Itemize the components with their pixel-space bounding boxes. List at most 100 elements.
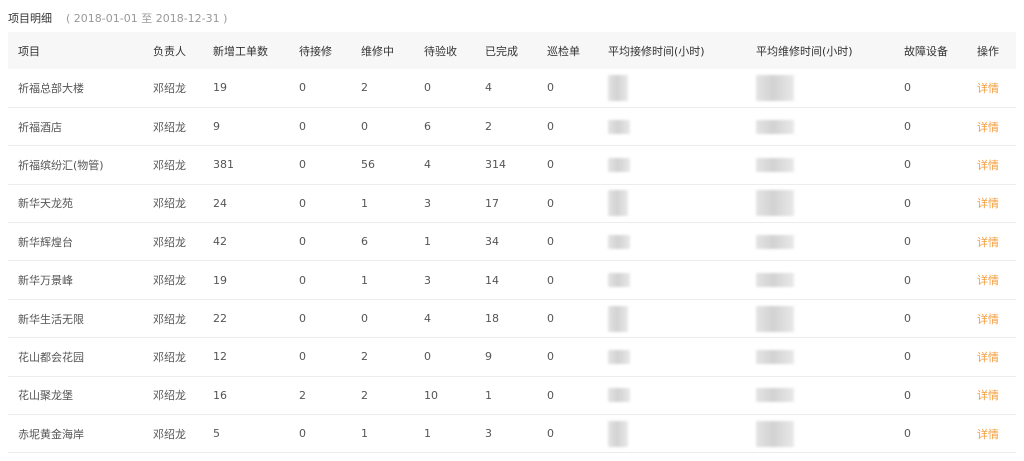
detail-link[interactable]: 详情 — [977, 159, 999, 172]
table-row: 新华万景峰 邓绍龙 19 0 1 3 14 0 0 详情 — [8, 261, 1016, 300]
cell-new: 9 — [213, 120, 220, 134]
redacted-value — [756, 349, 794, 364]
cell-repairing: 56 — [361, 158, 375, 172]
cell-project: 赤坭黄金海岸 — [18, 427, 84, 441]
detail-link[interactable]: 详情 — [977, 82, 999, 95]
cell-avg-accept-time — [598, 299, 746, 337]
redacted-value — [756, 305, 794, 332]
cell-done: 9 — [485, 350, 492, 364]
cell-action: 详情 — [967, 376, 1016, 414]
header-col-fault-device: 故障设备 — [904, 44, 948, 58]
cell-wait-check: 0 — [424, 81, 431, 95]
cell-wait-check: 1 — [424, 235, 431, 249]
detail-link[interactable]: 详情 — [977, 197, 999, 210]
redacted-value — [608, 74, 628, 101]
cell-owner: 邓绍龙 — [153, 197, 186, 211]
cell-avg-accept-time — [598, 184, 746, 222]
cell-new: 22 — [213, 312, 227, 326]
detail-link[interactable]: 详情 — [977, 389, 999, 402]
cell-repairing: 1 — [361, 427, 368, 441]
cell-fault-device: 0 — [904, 427, 911, 441]
cell-fault-device: 0 — [904, 312, 911, 326]
cell-patrol: 0 — [547, 273, 554, 287]
redacted-value — [756, 273, 794, 288]
detail-link[interactable]: 详情 — [977, 313, 999, 326]
header-col-action: 操作 — [977, 44, 999, 58]
cell-done: 2 — [485, 120, 492, 134]
cell-project: 花山都会花园 — [18, 350, 84, 364]
redacted-value — [608, 119, 630, 134]
cell-action: 详情 — [967, 146, 1016, 184]
cell-repairing: 1 — [361, 196, 368, 210]
cell-patrol: 0 — [547, 235, 554, 249]
cell-avg-accept-time — [598, 107, 746, 145]
cell-action: 详情 — [967, 223, 1016, 261]
cell-repairing: 0 — [361, 312, 368, 326]
cell-action: 详情 — [967, 184, 1016, 222]
cell-fault-device: 0 — [904, 196, 911, 210]
cell-avg-accept-time — [598, 261, 746, 299]
header-col-avg-accept-time: 平均接修时间(小时) — [608, 44, 705, 58]
redacted-value — [756, 190, 794, 217]
cell-owner: 邓绍龙 — [153, 274, 186, 288]
cell-repairing: 0 — [361, 120, 368, 134]
section-header: 项目明细 ( 2018-01-01 至 2018-12-31 ) — [8, 9, 227, 27]
table-row: 祈福缤纷汇(物管) 邓绍龙 381 0 56 4 314 0 0 详情 — [8, 146, 1016, 185]
cell-patrol: 0 — [547, 196, 554, 210]
table-header-row: 项目 负责人 新增工单数 待接修 维修中 待验收 已完成 巡检单 平均接修时间(小时) 平均维修时… — [8, 32, 1016, 69]
header-col-repairing: 维修中 — [361, 44, 394, 58]
cell-owner: 邓绍龙 — [153, 389, 186, 403]
cell-project: 新华天龙苑 — [18, 197, 73, 211]
cell-wait-check: 4 — [424, 158, 431, 172]
cell-patrol: 0 — [547, 312, 554, 326]
detail-link[interactable]: 详情 — [977, 274, 999, 287]
cell-project: 新华生活无限 — [18, 312, 84, 326]
cell-avg-repair-time — [746, 415, 894, 453]
cell-wait-repair: 0 — [299, 81, 306, 95]
redacted-value — [608, 190, 628, 217]
cell-fault-device: 0 — [904, 235, 911, 249]
header-col-new-orders: 新增工单数 — [213, 44, 268, 58]
detail-link[interactable]: 详情 — [977, 236, 999, 249]
redacted-value — [608, 420, 628, 447]
cell-wait-check: 0 — [424, 350, 431, 364]
cell-action: 详情 — [967, 338, 1016, 376]
cell-project: 祈福总部大楼 — [18, 81, 84, 95]
section-title: 项目明细 — [8, 12, 52, 25]
detail-link[interactable]: 详情 — [977, 351, 999, 364]
cell-fault-device: 0 — [904, 350, 911, 364]
detail-link[interactable]: 详情 — [977, 121, 999, 134]
cell-wait-check: 1 — [424, 427, 431, 441]
cell-wait-check: 3 — [424, 273, 431, 287]
cell-avg-repair-time — [746, 184, 894, 222]
cell-wait-repair: 0 — [299, 273, 306, 287]
cell-done: 1 — [485, 388, 492, 402]
redacted-value — [756, 157, 794, 172]
cell-avg-repair-time — [746, 107, 894, 145]
cell-wait-check: 4 — [424, 312, 431, 326]
cell-action: 详情 — [967, 107, 1016, 145]
cell-avg-repair-time — [746, 69, 894, 107]
cell-wait-repair: 0 — [299, 427, 306, 441]
header-col-wait-check: 待验收 — [424, 44, 457, 58]
cell-patrol: 0 — [547, 120, 554, 134]
cell-new: 24 — [213, 196, 227, 210]
cell-fault-device: 0 — [904, 81, 911, 95]
cell-new: 381 — [213, 158, 234, 172]
cell-avg-repair-time — [746, 376, 894, 414]
cell-done: 3 — [485, 427, 492, 441]
cell-avg-accept-time — [598, 223, 746, 261]
cell-patrol: 0 — [547, 388, 554, 402]
cell-done: 14 — [485, 273, 499, 287]
cell-avg-repair-time — [746, 338, 894, 376]
cell-avg-accept-time — [598, 146, 746, 184]
redacted-value — [608, 305, 628, 332]
redacted-value — [756, 420, 794, 447]
cell-owner: 邓绍龙 — [153, 427, 186, 441]
detail-link[interactable]: 详情 — [977, 428, 999, 441]
redacted-value — [608, 157, 630, 172]
redacted-value — [608, 388, 630, 403]
cell-wait-check: 3 — [424, 196, 431, 210]
redacted-value — [756, 234, 794, 249]
cell-fault-device: 0 — [904, 158, 911, 172]
